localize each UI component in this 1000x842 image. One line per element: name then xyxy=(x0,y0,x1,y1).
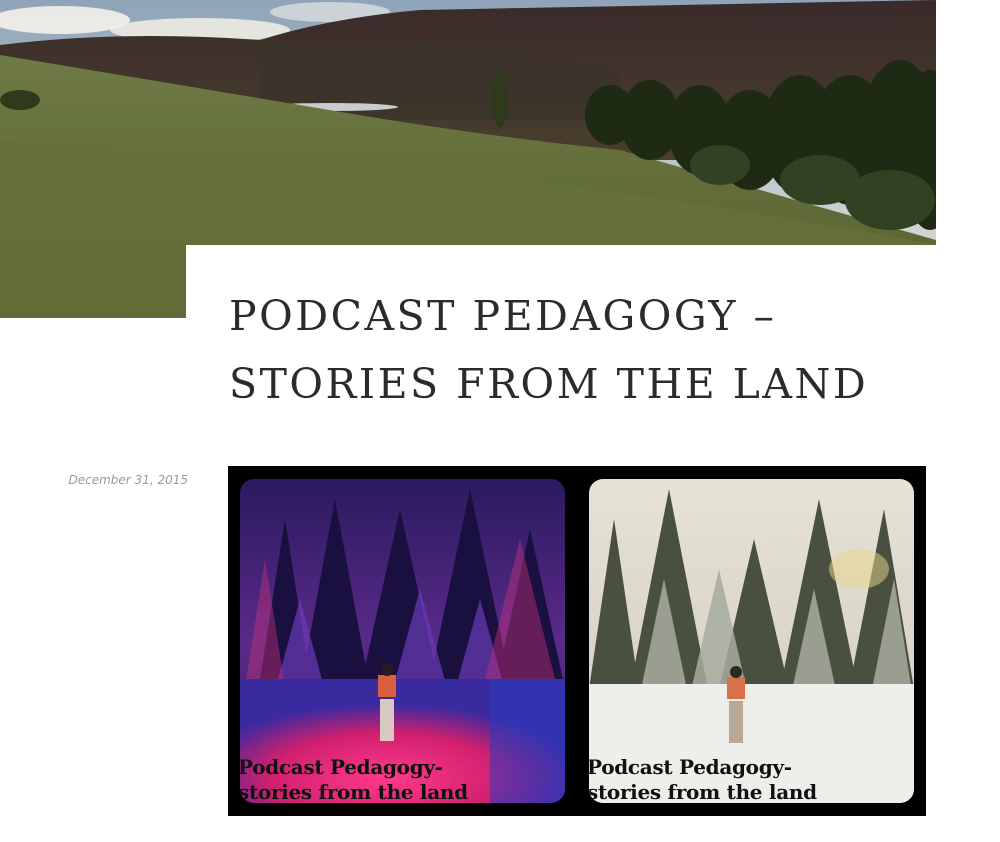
post-title[interactable]: PODCAST PEDAGOGY – STORIES FROM THE LAND xyxy=(229,282,929,419)
featured-image-caption: Podcast Pedagogy- stories from the land xyxy=(240,755,565,803)
caption-line-1: Podcast Pedagogy- xyxy=(240,755,443,779)
blog-post-page: PODCAST PEDAGOGY – STORIES FROM THE LAND… xyxy=(0,0,1000,842)
post-date[interactable]: December 31, 2015 xyxy=(40,473,188,487)
caption-line-1: Podcast Pedagogy- xyxy=(589,755,792,779)
caption-line-2: stories from the land xyxy=(589,780,817,803)
featured-image: Podcast Pedagogy- stories from the land xyxy=(228,466,926,816)
featured-image-original-panel: Podcast Pedagogy- stories from the land xyxy=(589,479,914,803)
featured-image-colorized-panel: Podcast Pedagogy- stories from the land xyxy=(240,479,565,803)
caption-line-2: stories from the land xyxy=(240,780,468,803)
featured-image-caption: Podcast Pedagogy- stories from the land xyxy=(589,755,914,803)
